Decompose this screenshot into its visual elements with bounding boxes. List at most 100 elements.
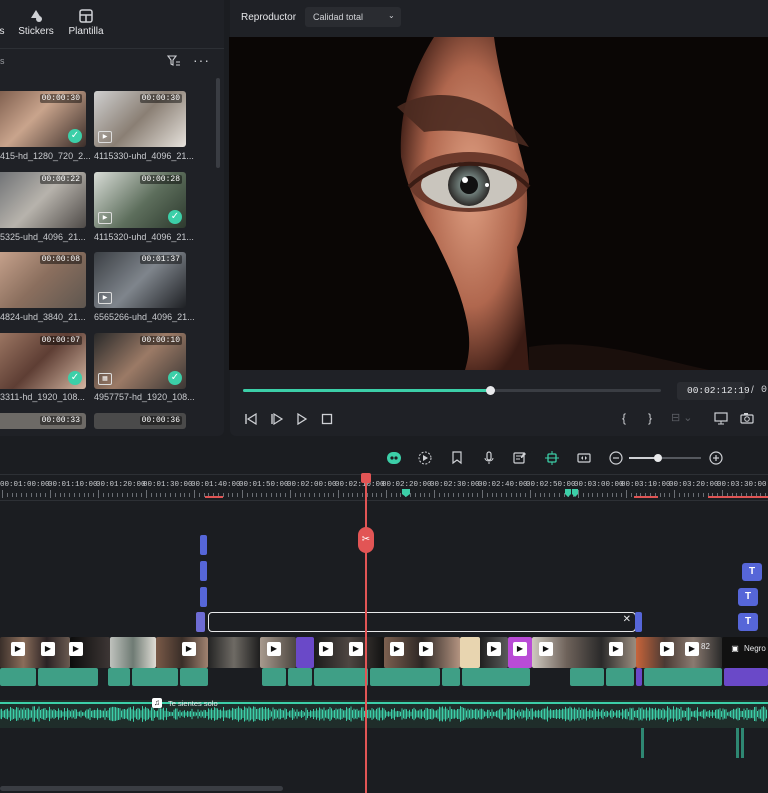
playhead[interactable] (365, 474, 367, 793)
ruler-tick (338, 490, 339, 498)
ruler-tick (362, 493, 363, 497)
selected-title-clip[interactable]: ✕ (208, 612, 636, 632)
quality-dropdown[interactable]: Calidad total ⌄ (305, 7, 401, 27)
media-clip[interactable]: 00:00:07 ✓ (0, 333, 86, 389)
ruler-tick (501, 493, 503, 497)
video-clip[interactable] (460, 637, 480, 668)
zoom-out-icon[interactable] (608, 450, 624, 466)
total-time: 0 (761, 385, 768, 396)
stop-icon[interactable] (321, 413, 333, 425)
progress-track[interactable] (243, 386, 661, 395)
marker-icon[interactable] (565, 489, 579, 497)
video-clip[interactable] (110, 637, 156, 668)
ruler-tick (184, 493, 186, 497)
next-frame-icon[interactable] (270, 413, 284, 425)
check-icon: ✓ (168, 210, 182, 224)
media-clip[interactable]: 00:01:37 ▶ (94, 252, 186, 308)
tab-plantilla[interactable]: Plantilla (66, 8, 106, 37)
play-icon[interactable] (296, 413, 308, 425)
prev-frame-icon[interactable] (244, 413, 258, 425)
fit-icon[interactable] (576, 450, 592, 466)
close-icon[interactable]: ✕ (623, 614, 631, 625)
zoom-handle[interactable] (653, 454, 662, 462)
media-clip[interactable]: 00:00:22 (0, 172, 86, 228)
video-clip[interactable] (296, 637, 314, 668)
audio-clip-title[interactable]: ♫ Te sientes solo (150, 697, 220, 711)
ai-cut-icon[interactable] (544, 450, 560, 466)
audio-sub-clip (442, 668, 460, 686)
ruler-tick (26, 493, 27, 497)
playhead-handle[interactable] (361, 473, 371, 483)
title-clip[interactable] (196, 612, 205, 632)
scissors-icon[interactable]: ✂ (358, 527, 374, 553)
mark-out-icon[interactable]: } (648, 411, 652, 425)
audio-track[interactable] (0, 700, 768, 728)
play-icon: ▶ (41, 642, 55, 656)
title-track-button[interactable]: T (738, 588, 758, 606)
media-clip[interactable]: 00:00:10 ▦ ✓ (94, 333, 186, 389)
audio-sub-clip (108, 668, 130, 686)
media-clip[interactable]: 00:00:30 ▶ (94, 91, 186, 147)
ruler-tick (294, 493, 296, 497)
ruler-tick (606, 493, 608, 497)
ruler-tick (587, 493, 589, 497)
ruler-tick (256, 493, 258, 497)
progress-handle[interactable] (485, 386, 495, 395)
ruler-label: 00:01:10:00 (48, 481, 98, 489)
title-clip[interactable] (200, 535, 207, 555)
media-panel: s Stickers Plantilla s ··· 00:00:30 ✓ 41… (0, 0, 224, 436)
zoom-slider[interactable] (629, 454, 701, 462)
ruler-tick (237, 493, 239, 497)
range-marker (205, 496, 223, 498)
sticker-icon (31, 10, 42, 22)
play-icon: ▶ (69, 642, 83, 656)
progress-fill (243, 389, 490, 392)
ruler-label: 00:01:40:00 (191, 481, 241, 489)
ruler-tick (299, 493, 301, 497)
video-icon: ▶ (98, 212, 112, 224)
timecode-box: 00:02:12:19 (677, 382, 750, 400)
media-clip[interactable]: 00:00:33 (0, 413, 86, 429)
ruler-tick (102, 493, 104, 497)
media-clip[interactable]: 00:00:08 (0, 252, 86, 308)
ruler-tick (525, 493, 527, 497)
speed-icon[interactable] (417, 450, 433, 466)
marker-icon[interactable] (402, 489, 410, 497)
more-icon[interactable]: ··· (193, 52, 210, 68)
audio-edit-icon[interactable] (512, 450, 528, 466)
ruler-tick (309, 493, 311, 497)
ruler-tick (314, 493, 315, 497)
title-clip[interactable] (200, 587, 207, 607)
zoom-in-icon[interactable] (708, 450, 724, 466)
tab-cropped[interactable]: s (0, 8, 10, 37)
video-clip[interactable] (208, 637, 260, 668)
media-scrollbar[interactable] (216, 78, 220, 168)
marker-icon[interactable] (449, 450, 465, 466)
ai-icon[interactable] (386, 450, 402, 466)
snapshot-icon[interactable] (740, 412, 754, 424)
title-track-button[interactable]: T (738, 613, 758, 631)
tab-stickers[interactable]: Stickers (18, 8, 54, 37)
ruler-label: 00:03:20:00 (669, 481, 719, 489)
ruler-tick (602, 493, 603, 497)
filter-icon[interactable] (167, 55, 181, 67)
media-clip[interactable]: 00:00:30 ✓ (0, 91, 86, 147)
ruler-tick (328, 493, 330, 497)
ruler-tick (698, 493, 699, 497)
ruler-tick (251, 493, 253, 497)
ruler-tick (539, 493, 541, 497)
mark-in-icon[interactable]: { (622, 411, 626, 425)
title-clip[interactable] (200, 561, 207, 581)
video-icon: ▶ (98, 292, 112, 304)
ruler-tick (11, 493, 13, 497)
media-clip[interactable]: 00:00:36 (94, 413, 186, 429)
ruler-tick (410, 493, 411, 497)
display-icon[interactable] (714, 412, 730, 425)
split-view-icon[interactable]: ⊟ ⌄ (671, 411, 693, 424)
mic-icon[interactable] (481, 450, 497, 466)
ruler-tick (30, 493, 32, 497)
media-clip[interactable]: 00:00:28 ▶ ✓ (94, 172, 186, 228)
title-track-button[interactable]: T (742, 563, 762, 581)
timeline-scrollbar[interactable] (0, 786, 283, 791)
title-clip[interactable] (635, 612, 642, 632)
